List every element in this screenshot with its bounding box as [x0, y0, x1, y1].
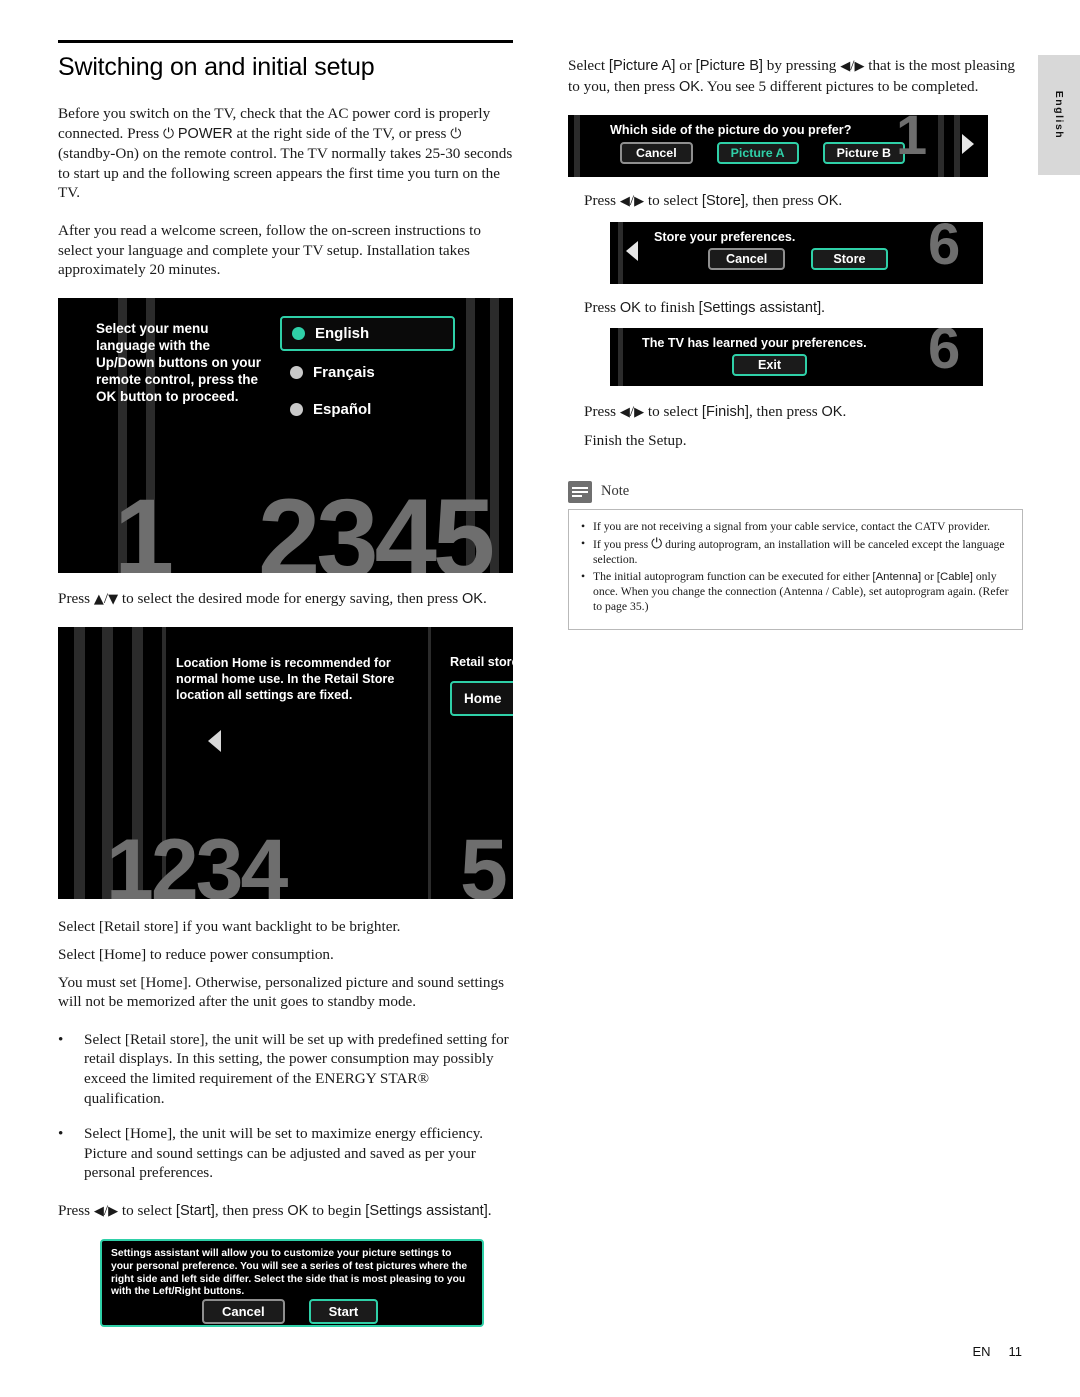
manual-page: English Switching on and initial setup B… — [0, 0, 1080, 1397]
prefer-question: Which side of the picture do you prefer? — [610, 123, 852, 138]
start-button[interactable]: Start — [308, 1299, 379, 1325]
step-digit-current: 1 — [896, 115, 928, 167]
footer-page-number: 11 — [1008, 1344, 1023, 1359]
paragraph-start-assistant: Press ◀/▶ to select [Start], then press … — [58, 1201, 492, 1219]
bullet-icon: • — [581, 537, 586, 551]
cancel-button[interactable]: Cancel — [202, 1299, 285, 1325]
location-message: Location Home is recommended for normal … — [176, 656, 395, 703]
paragraph-retail: Select [Retail store] if you want backli… — [58, 918, 401, 936]
screenshot-store-dialog: Store your preferences. Cancel Store 6 — [610, 221, 983, 284]
radio-icon — [292, 326, 305, 340]
list-item: • If you are not receiving a signal from… — [581, 520, 1010, 535]
power-icon: ⏻ — [163, 125, 175, 142]
learned-message: The TV has learned your preferences. — [642, 336, 867, 351]
assistant-message: Settings assistant will allow you to cus… — [111, 1248, 468, 1298]
list-item-text: The initial autoprogram function can be … — [593, 570, 1009, 613]
paragraph-finish-setup: Finish the Setup. — [584, 431, 687, 449]
standby-icon: ⏻ — [651, 536, 663, 553]
language-option-espanol[interactable]: Español — [280, 394, 455, 425]
assistant-buttons: Cancel Start — [202, 1299, 379, 1325]
list-item: • The initial autoprogram function can b… — [581, 570, 1010, 614]
paragraph-picture-choice: Select [Picture A] or [Picture B] by pre… — [568, 57, 1016, 95]
picture-b-button[interactable]: Picture B — [822, 142, 905, 165]
side-tab-label: English — [1053, 90, 1065, 140]
step-digit-current: 6 — [928, 328, 961, 382]
bullet-list: • Select [Retail store], the unit will b… — [58, 1030, 513, 1183]
screenshot-location-menu: Location Home is recommended for normal … — [58, 627, 513, 900]
left-arrow-icon — [208, 730, 221, 753]
cancel-button[interactable]: Cancel — [620, 142, 693, 165]
list-item: • Select [Home], the unit will be set to… — [58, 1124, 513, 1183]
screenshot-learned-dialog: The TV has learned your preferences. Exi… — [610, 328, 983, 387]
language-option-label: English — [315, 324, 370, 342]
list-item-text: Select [Home], the unit will be set to m… — [84, 1125, 484, 1182]
note-box: • If you are not receiving a signal from… — [568, 508, 1023, 631]
left-arrow-icon — [626, 240, 638, 261]
paragraph-home: Select [Home] to reduce power consumptio… — [58, 945, 334, 963]
footer-code: EN — [972, 1344, 991, 1359]
language-side-tab: English — [1038, 55, 1080, 175]
exit-button[interactable]: Exit — [732, 354, 808, 377]
language-option-label: Español — [313, 400, 372, 418]
radio-icon — [290, 365, 303, 379]
step-digit-current: 1 — [114, 475, 175, 573]
screenshot-settings-assistant: Settings assistant will allow you to cus… — [100, 1239, 484, 1328]
screenshot-language-menu: Select your menu language with the Up/Do… — [58, 297, 513, 573]
title-rule — [58, 40, 513, 43]
paragraph-finish-assistant: Press OK to finish [Settings assistant]. — [584, 298, 825, 316]
bullet-icon: • — [58, 1030, 64, 1048]
list-item: • Select [Retail store], the unit will b… — [58, 1030, 513, 1108]
step-digits: 1234 — [106, 822, 288, 900]
store-question: Store your preferences. — [654, 229, 796, 244]
list-item-text: Select [Retail store], the unit will be … — [84, 1030, 509, 1107]
location-option-retail[interactable]: Retail store — [450, 655, 513, 669]
paragraph-energy-mode: Press ▲/▼ to select the desired mode for… — [58, 589, 487, 607]
location-option-home[interactable]: Home — [450, 681, 513, 717]
paragraph-finish-select: Press ◀/▶ to select [Finish], then press… — [584, 403, 847, 421]
cancel-button[interactable]: Cancel — [708, 247, 786, 270]
note-icon — [568, 480, 592, 503]
note-header: Note — [568, 480, 1023, 503]
bullet-icon: • — [58, 1125, 64, 1143]
bullet-icon: • — [581, 519, 586, 533]
radio-icon — [290, 402, 303, 416]
standby-icon: ⏻ — [450, 125, 462, 142]
step-digits: 2345 — [258, 475, 495, 573]
picture-a-button[interactable]: Picture A — [716, 142, 799, 165]
list-item-text: If you press ⏻ during autoprogram, an in… — [593, 536, 1005, 566]
paragraph-intro: Before you switch on the TV, check that … — [58, 105, 513, 202]
language-option-list[interactable]: English Français Español — [280, 315, 455, 431]
note-label: Note — [601, 483, 630, 500]
paragraph-store: Press ◀/▶ to select [Store], then press … — [584, 192, 843, 210]
language-option-label: Français — [313, 363, 375, 381]
paragraph-welcome: After you read a welcome screen, follow … — [58, 221, 481, 279]
list-item-text: If you are not receiving a signal from y… — [593, 519, 991, 533]
left-column: Switching on and initial setup Before yo… — [58, 40, 513, 1328]
right-arrow-icon — [962, 134, 974, 155]
page-title: Switching on and initial setup — [58, 53, 375, 81]
language-option-francais[interactable]: Français — [280, 357, 455, 388]
right-column: Select [Picture A] or [Picture B] by pre… — [568, 40, 1023, 631]
paragraph-must-home: You must set [Home]. Otherwise, personal… — [58, 973, 504, 1011]
language-option-english[interactable]: English — [280, 315, 455, 351]
location-options[interactable]: Retail store Home — [450, 655, 513, 717]
step-digit-current: 6 — [928, 221, 961, 277]
list-item: • If you press ⏻ during autoprogram, an … — [581, 537, 1010, 567]
screenshot-prefer-dialog: Which side of the picture do you prefer?… — [568, 115, 988, 178]
store-button[interactable]: Store — [811, 247, 888, 270]
language-instruction: Select your menu language with the Up/Do… — [96, 320, 261, 404]
bullet-icon: • — [581, 570, 586, 584]
step-digit-current: 5 — [460, 822, 508, 900]
page-footer: EN 11 — [972, 1344, 1022, 1359]
